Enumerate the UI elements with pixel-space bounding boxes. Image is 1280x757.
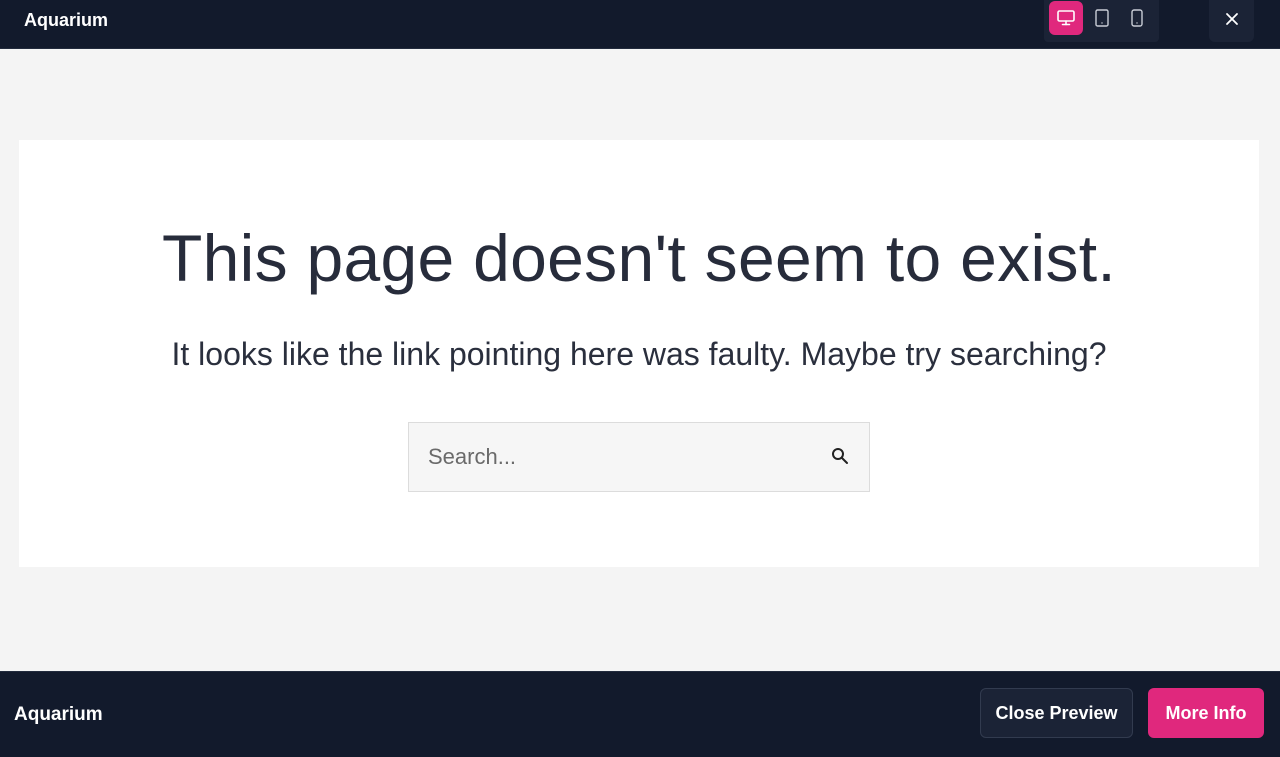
close-icon <box>1225 12 1239 31</box>
close-preview-x-button[interactable] <box>1209 0 1254 42</box>
top-preview-bar: Aquarium <box>0 0 1280 49</box>
desktop-icon <box>1057 10 1075 26</box>
page-title: This page doesn't seem to exist. <box>161 221 1117 295</box>
device-switcher <box>1044 0 1159 42</box>
mobile-icon <box>1131 9 1143 27</box>
bottom-preview-bar: Aquarium Close Preview More Info <box>0 671 1280 757</box>
more-info-button[interactable]: More Info <box>1148 688 1264 738</box>
bottom-site-title: Aquarium <box>14 704 103 725</box>
close-preview-button[interactable]: Close Preview <box>980 688 1133 738</box>
mobile-view-button[interactable] <box>1120 1 1154 35</box>
search-input[interactable] <box>409 423 809 491</box>
search-submit-button[interactable] <box>825 443 855 473</box>
search-icon <box>831 447 849 470</box>
desktop-view-button[interactable] <box>1049 1 1083 35</box>
tablet-icon <box>1095 9 1109 27</box>
tablet-view-button[interactable] <box>1085 1 1119 35</box>
not-found-card: This page doesn't seem to exist. It look… <box>19 140 1259 567</box>
page-subtitle: It looks like the link pointing here was… <box>171 336 1107 372</box>
search-form <box>408 422 870 492</box>
site-title: Aquarium <box>24 10 109 30</box>
